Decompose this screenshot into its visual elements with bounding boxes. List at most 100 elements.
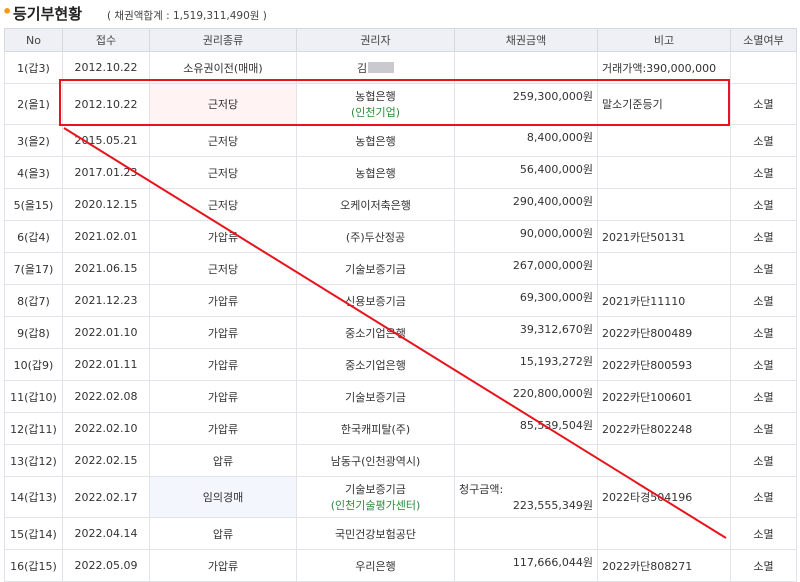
cell-type: 가압류 bbox=[149, 549, 297, 582]
cell-type: 임의경매 bbox=[149, 476, 297, 518]
table-row: 10(갑9) 2022.01.11 가압류 중소기업은행 15,193,272원… bbox=[4, 348, 797, 381]
col-header-extinct: 소멸여부 bbox=[730, 28, 797, 52]
cell-holder: 한국캐피탈(주) bbox=[296, 412, 455, 445]
cell-extinct: 소멸 bbox=[730, 380, 797, 413]
cell-amount: 259,300,000원 bbox=[454, 83, 598, 125]
cell-date: 2012.10.22 bbox=[62, 83, 150, 125]
cell-amount: 39,312,670원 bbox=[454, 316, 598, 349]
cell-amount bbox=[454, 517, 598, 550]
cell-date: 2021.12.23 bbox=[62, 284, 150, 317]
cell-amount: 15,193,272원 bbox=[454, 348, 598, 381]
cell-no: 7(을17) bbox=[4, 252, 63, 285]
table-row: 11(갑10) 2022.02.08 가압류 기술보증기금 220,800,00… bbox=[4, 380, 797, 413]
cell-note bbox=[597, 444, 731, 477]
cell-amount: 85,539,504원 bbox=[454, 412, 598, 445]
cell-note: 거래가액:390,000,000 bbox=[597, 51, 731, 84]
cell-date: 2021.06.15 bbox=[62, 252, 150, 285]
cell-extinct bbox=[730, 51, 797, 84]
cell-no: 11(갑10) bbox=[4, 380, 63, 413]
cell-type: 가압류 bbox=[149, 316, 297, 349]
cell-amount: 56,400,000원 bbox=[454, 156, 598, 189]
cell-no: 9(갑8) bbox=[4, 316, 63, 349]
col-header-amount: 채권금액 bbox=[454, 28, 598, 52]
cell-extinct: 소멸 bbox=[730, 220, 797, 253]
cell-no: 13(갑12) bbox=[4, 444, 63, 477]
cell-type: 가압류 bbox=[149, 220, 297, 253]
cell-type: 근저당 bbox=[149, 83, 297, 125]
cell-type: 소유권이전(매매) bbox=[149, 51, 297, 84]
cell-extinct: 소멸 bbox=[730, 284, 797, 317]
cell-extinct: 소멸 bbox=[730, 444, 797, 477]
cell-extinct: 소멸 bbox=[730, 476, 797, 518]
table-row: 16(갑15) 2022.05.09 가압류 우리은행 117,666,044원… bbox=[4, 549, 797, 582]
cell-note bbox=[597, 188, 731, 221]
cell-amount bbox=[454, 444, 598, 477]
cell-amount: 220,800,000원 bbox=[454, 380, 598, 413]
claim-amount-value: 223,555,349원 bbox=[512, 499, 593, 512]
cell-note: 2022카단100601 bbox=[597, 380, 731, 413]
cell-note: 2021카단11110 bbox=[597, 284, 731, 317]
bullet-icon: • bbox=[2, 2, 13, 21]
registry-table: No 접수 권리종류 권리자 채권금액 비고 소멸여부 1(갑3) 2012.1… bbox=[4, 28, 797, 582]
cell-note bbox=[597, 156, 731, 189]
cell-extinct: 소멸 bbox=[730, 316, 797, 349]
cell-no: 6(갑4) bbox=[4, 220, 63, 253]
cell-date: 2022.01.10 bbox=[62, 316, 150, 349]
claim-amount-label: 청구금액: bbox=[459, 483, 504, 496]
cell-extinct: 소멸 bbox=[730, 83, 797, 125]
cell-no: 2(을1) bbox=[4, 83, 63, 125]
table-row: 14(갑13) 2022.02.17 임의경매 기술보증기금 (인천기술평가센터)… bbox=[4, 476, 797, 518]
cell-extinct: 소멸 bbox=[730, 124, 797, 157]
cell-no: 5(을15) bbox=[4, 188, 63, 221]
table-row: 4(을3) 2017.01.23 근저당 농협은행 56,400,000원 소멸 bbox=[4, 156, 797, 189]
cell-date: 2022.02.08 bbox=[62, 380, 150, 413]
cell-amount: 90,000,000원 bbox=[454, 220, 598, 253]
cell-note bbox=[597, 517, 731, 550]
holder-branch: (인천기업) bbox=[350, 106, 401, 119]
col-header-type: 권리종류 bbox=[149, 28, 297, 52]
cell-type: 가압류 bbox=[149, 348, 297, 381]
cell-note: 2021카단50131 bbox=[597, 220, 731, 253]
table-row: 13(갑12) 2022.02.15 압류 남동구(인천광역시) 소멸 bbox=[4, 444, 797, 477]
cell-extinct: 소멸 bbox=[730, 348, 797, 381]
cell-no: 1(갑3) bbox=[4, 51, 63, 84]
cell-date: 2015.05.21 bbox=[62, 124, 150, 157]
col-header-holder: 권리자 bbox=[296, 28, 455, 52]
cell-amount: 117,666,044원 bbox=[454, 549, 598, 582]
cell-note: 2022카단802248 bbox=[597, 412, 731, 445]
cell-no: 14(갑13) bbox=[4, 476, 63, 518]
cell-type: 근저당 bbox=[149, 188, 297, 221]
table-header-row: No 접수 권리종류 권리자 채권금액 비고 소멸여부 bbox=[4, 28, 797, 52]
cell-holder: 농협은행 (인천기업) bbox=[296, 83, 455, 125]
table-row: 1(갑3) 2012.10.22 소유권이전(매매) 김 거래가액:390,00… bbox=[4, 51, 797, 84]
cell-date: 2021.02.01 bbox=[62, 220, 150, 253]
holder-branch: (인천기술평가센터) bbox=[330, 499, 421, 512]
cell-holder: 김 bbox=[296, 51, 455, 84]
cell-amount: 69,300,000원 bbox=[454, 284, 598, 317]
cell-date: 2022.02.17 bbox=[62, 476, 150, 518]
cell-holder: 남동구(인천광역시) bbox=[296, 444, 455, 477]
holder-name: 김 bbox=[356, 61, 368, 75]
cell-amount: 청구금액: 223,555,349원 bbox=[454, 476, 598, 518]
col-header-no: No bbox=[4, 28, 63, 52]
cell-no: 12(갑11) bbox=[4, 412, 63, 445]
cell-no: 15(갑14) bbox=[4, 517, 63, 550]
cell-note bbox=[597, 252, 731, 285]
cell-amount bbox=[454, 51, 598, 84]
cell-date: 2022.04.14 bbox=[62, 517, 150, 550]
cell-amount: 290,400,000원 bbox=[454, 188, 598, 221]
cell-type: 가압류 bbox=[149, 284, 297, 317]
cell-extinct: 소멸 bbox=[730, 252, 797, 285]
cell-holder: 신용보증기금 bbox=[296, 284, 455, 317]
claim-total: ( 채권액합계 : 1,519,311,490원 ) bbox=[107, 10, 267, 22]
table-row: 2(을1) 2012.10.22 근저당 농협은행 (인천기업) 259,300,… bbox=[4, 83, 797, 125]
cell-extinct: 소멸 bbox=[730, 549, 797, 582]
cell-note: 2022타경504196 bbox=[597, 476, 731, 518]
table-row: 7(을17) 2021.06.15 근저당 기술보증기금 267,000,000… bbox=[4, 252, 797, 285]
cell-date: 2022.02.10 bbox=[62, 412, 150, 445]
cell-date: 2022.02.15 bbox=[62, 444, 150, 477]
cell-no: 10(갑9) bbox=[4, 348, 63, 381]
cell-holder: 중소기업은행 bbox=[296, 316, 455, 349]
cell-amount: 267,000,000원 bbox=[454, 252, 598, 285]
cell-date: 2022.05.09 bbox=[62, 549, 150, 582]
